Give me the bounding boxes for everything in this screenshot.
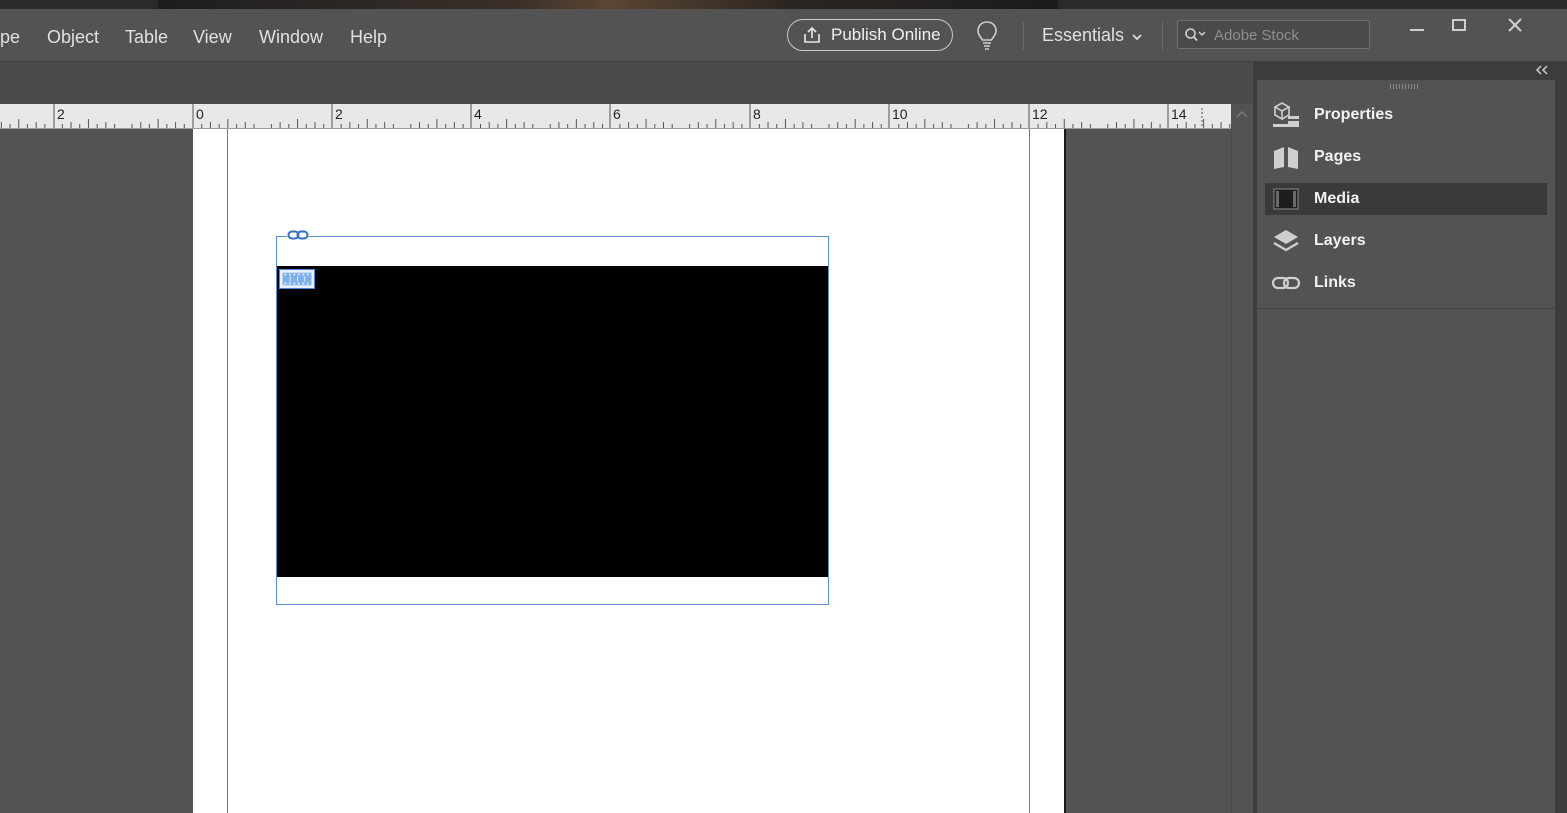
panel-item-pages[interactable]: Pages <box>1265 141 1547 173</box>
left-margin-guide <box>227 129 228 813</box>
ruler-label: 4 <box>474 106 482 122</box>
panel-item-label: Properties <box>1314 106 1394 123</box>
ruler-label: 2 <box>335 106 343 122</box>
menu-object[interactable]: Object <box>47 27 99 48</box>
maximize-icon[interactable] <box>1439 14 1479 40</box>
panel-item-properties[interactable]: Properties <box>1265 99 1547 131</box>
top-strip <box>0 0 1567 9</box>
right-margin-guide <box>1029 129 1030 813</box>
ruler-label: 2 <box>57 106 65 122</box>
horizontal-ruler[interactable]: 2 0 2 4 6 8 10 12 14 <box>0 104 1231 129</box>
ruler-label: 8 <box>753 106 761 122</box>
panel-item-links[interactable]: Links <box>1265 267 1547 299</box>
content-link-icon[interactable] <box>286 228 310 242</box>
menu-type[interactable]: pe <box>0 27 20 48</box>
links-icon <box>1271 269 1301 297</box>
panel-divider <box>1257 308 1555 309</box>
menu-view[interactable]: View <box>193 27 232 48</box>
close-icon[interactable] <box>1495 14 1535 40</box>
publish-online-button[interactable]: Publish Online <box>787 19 953 51</box>
publish-online-label: Publish Online <box>831 25 941 44</box>
ruler-label: 0 <box>196 106 204 122</box>
ruler-label: 14 <box>1171 106 1187 122</box>
upload-icon <box>804 26 820 43</box>
collapse-panels-icon[interactable] <box>1533 63 1551 77</box>
toolbar-separator <box>1023 22 1024 50</box>
menu-help[interactable]: Help <box>350 27 387 48</box>
pages-icon <box>1271 143 1301 171</box>
menu-table[interactable]: Table <box>125 27 168 48</box>
layers-icon <box>1271 227 1301 255</box>
panel-item-label: Media <box>1314 190 1360 207</box>
lightbulb-icon[interactable] <box>975 20 999 52</box>
document-tab-bar <box>0 62 1253 104</box>
video-file-icon <box>279 269 315 289</box>
desktop-wallpaper-strip <box>158 0 1058 9</box>
ruler-label: 12 <box>1032 106 1048 122</box>
panel-item-label: Layers <box>1314 232 1366 249</box>
scroll-up-arrow-icon[interactable] <box>1234 108 1250 120</box>
media-icon <box>1271 185 1301 213</box>
panel-grip[interactable] <box>1390 84 1420 89</box>
video-placeholder[interactable] <box>277 266 828 577</box>
panel-item-label: Pages <box>1314 148 1362 165</box>
search-icon <box>1185 28 1206 42</box>
panel-item-media[interactable]: Media <box>1265 183 1547 215</box>
toolbar-separator <box>1162 22 1163 50</box>
chevron-down-icon[interactable] <box>1130 30 1144 44</box>
search-input[interactable] <box>1214 25 1364 45</box>
panel-item-label: Links <box>1314 274 1356 291</box>
ruler-label: 6 <box>613 106 621 122</box>
properties-icon <box>1271 101 1301 129</box>
adobe-stock-search[interactable] <box>1177 20 1370 49</box>
panel-item-layers[interactable]: Layers <box>1265 225 1547 257</box>
vertical-scrollbar[interactable] <box>1231 128 1254 813</box>
menu-window[interactable]: Window <box>259 27 323 48</box>
workspace-switcher[interactable]: Essentials <box>1042 25 1124 46</box>
minimize-icon[interactable] <box>1397 14 1437 40</box>
ruler-label: 10 <box>892 106 908 122</box>
